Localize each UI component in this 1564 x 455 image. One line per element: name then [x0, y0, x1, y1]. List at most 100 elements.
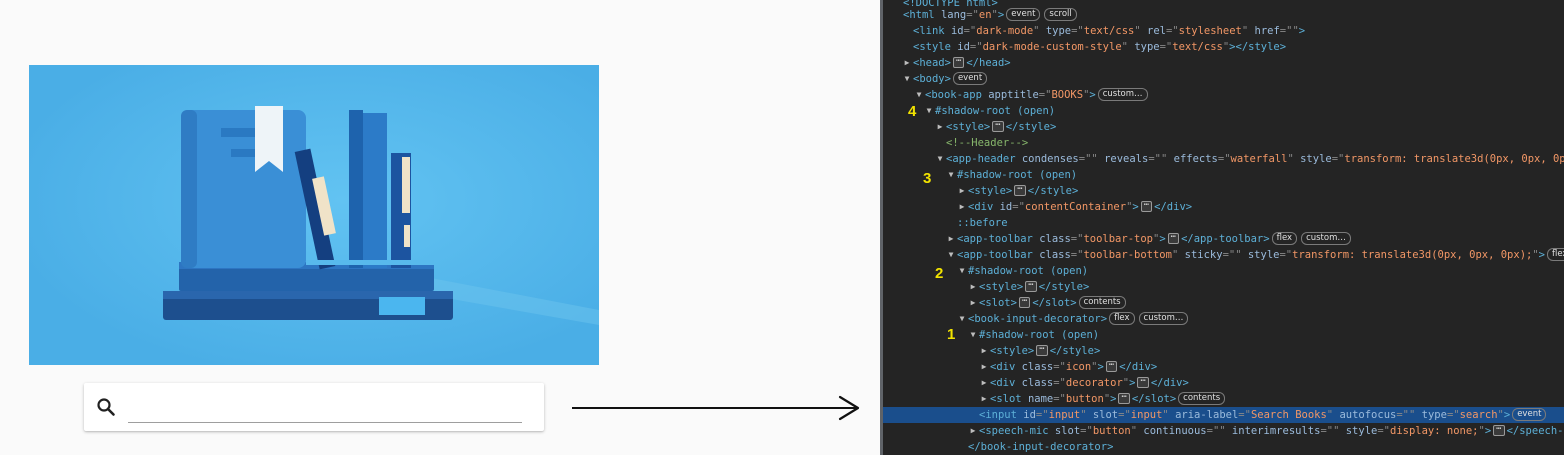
dom-tree-node[interactable]: ▼ <book-input-decorator> flex custom…: [883, 311, 1564, 327]
annotation-number: 4: [908, 103, 917, 120]
expand-triangle-icon[interactable]: ▶: [980, 391, 988, 407]
dom-tree-node[interactable]: ▶ <speech-mic slot="button" continuous=""…: [883, 423, 1564, 439]
dom-tree-node[interactable]: ▶ <style> ⋯ </style>: [883, 343, 1564, 359]
ellipsis-expand-icon[interactable]: ⋯: [1018, 296, 1031, 308]
dom-node-text: <book-app apptitle="BOOKS"> custom…: [925, 87, 1150, 103]
dom-tree-node[interactable]: ▶ <slot> ⋯ </slot> contents: [883, 295, 1564, 311]
dom-node-text: <app-toolbar class="toolbar-top"> ⋯ </app-…: [957, 231, 1353, 247]
ellipsis-expand-icon[interactable]: ⋯: [1167, 232, 1180, 244]
dom-tree-node[interactable]: ▶ <style> ⋯ </style>: [883, 183, 1564, 199]
collapse-triangle-icon[interactable]: ▼: [936, 151, 944, 167]
dom-node-text: #shadow-root (open): [935, 105, 1056, 117]
collapse-triangle-icon[interactable]: ▼: [925, 103, 933, 119]
annotation-number: 3: [923, 170, 932, 187]
node-badge[interactable]: custom…: [1138, 311, 1189, 325]
node-badge[interactable]: contents: [1178, 391, 1226, 405]
dom-tree-node[interactable]: ▶ <head> ⋯ </head>: [883, 55, 1564, 71]
dom-node-text: <style> ⋯ </style>: [979, 279, 1090, 293]
ellipsis-expand-icon[interactable]: ⋯: [1140, 200, 1153, 212]
dom-node-text: <link id="dark-mode" type="text/css" rel…: [913, 25, 1306, 37]
dom-node-text: ::before: [957, 217, 1008, 229]
dom-node-text: <style> ⋯ </style>: [946, 119, 1057, 133]
dom-node-text: <!--Header-->: [946, 137, 1029, 149]
collapse-triangle-icon[interactable]: ▼: [903, 71, 911, 87]
dom-node-text: <head> ⋯ </head>: [913, 55, 1011, 69]
dom-tree-node[interactable]: ▼ #shadow-root (open): [883, 263, 1564, 279]
dom-node-text: <!DOCTYPE html>: [903, 0, 998, 9]
ellipsis-expand-icon[interactable]: ⋯: [1014, 184, 1026, 196]
dom-tree-node[interactable]: ▼ <app-toolbar class="toolbar-bottom" sti…: [883, 247, 1564, 263]
node-badge[interactable]: contents: [1078, 295, 1126, 309]
app-preview: [0, 0, 880, 455]
search-bar: [84, 383, 544, 431]
dom-tree-node[interactable]: ▼ <book-app apptitle="BOOKS"> custom…: [883, 87, 1564, 103]
dom-tree-node[interactable]: ::before: [883, 215, 1564, 231]
dom-tree-node[interactable]: ▶ <slot name="button"> ⋯ </slot> contents: [883, 391, 1564, 407]
dom-tree-node[interactable]: ▶ <app-toolbar class="toolbar-top"> ⋯ </app…: [883, 231, 1564, 247]
expand-triangle-icon[interactable]: ▶: [969, 279, 977, 295]
ellipsis-expand-icon[interactable]: ⋯: [952, 56, 965, 68]
dom-node-text: #shadow-root (open): [979, 329, 1100, 341]
expand-triangle-icon[interactable]: ▶: [903, 55, 911, 71]
expand-triangle-icon[interactable]: ▶: [980, 359, 988, 375]
node-badge[interactable]: flex: [1109, 311, 1135, 325]
collapse-triangle-icon[interactable]: ▼: [958, 263, 966, 279]
expand-triangle-icon[interactable]: ▶: [958, 199, 966, 215]
collapse-triangle-icon[interactable]: ▼: [947, 167, 955, 183]
collapse-triangle-icon[interactable]: ▼: [969, 327, 977, 343]
node-badge[interactable]: flex: [1547, 247, 1564, 261]
expand-triangle-icon[interactable]: ▶: [980, 343, 988, 359]
dom-tree-node[interactable]: <!DOCTYPE html>: [883, 0, 1564, 11]
ellipsis-expand-icon[interactable]: ⋯: [1137, 376, 1149, 388]
ellipsis-expand-icon[interactable]: ⋯: [992, 120, 1004, 132]
node-badge[interactable]: event: [952, 71, 988, 85]
dom-tree-node[interactable]: <!--Header-->: [883, 135, 1564, 151]
expand-triangle-icon[interactable]: ▶: [947, 231, 955, 247]
books-hero-illustration: [29, 65, 599, 365]
dom-tree-node[interactable]: ▼ #shadow-root (open): [883, 103, 1564, 119]
search-input[interactable]: [128, 393, 522, 423]
node-badge[interactable]: flex: [1271, 231, 1298, 245]
node-badge[interactable]: event: [1512, 407, 1547, 421]
annotation-number: 1: [947, 326, 956, 343]
dom-tree-node[interactable]: <link id="dark-mode" type="text/css" rel…: [883, 23, 1564, 39]
annotation-number: 2: [935, 265, 944, 282]
dom-tree-node[interactable]: ▶ <style> ⋯ </style>: [883, 119, 1564, 135]
dom-tree-node[interactable]: ▼ <body> event: [883, 71, 1564, 87]
expand-triangle-icon[interactable]: ▶: [936, 119, 944, 135]
dom-node-text: <style id="dark-mode-custom-style" type=…: [913, 41, 1287, 53]
collapse-triangle-icon[interactable]: ▼: [915, 87, 923, 103]
ellipsis-expand-icon[interactable]: ⋯: [1025, 280, 1037, 292]
dom-node-text: <app-header condenses="" reveals="" effe…: [946, 153, 1564, 165]
collapse-triangle-icon[interactable]: ▼: [947, 247, 955, 263]
dom-tree-node[interactable]: ▶ <div class="decorator"> ⋯ </div>: [883, 375, 1564, 391]
dom-node-text: <book-input-decorator> flex custom…: [968, 311, 1190, 327]
dom-tree-node[interactable]: </book-input-decorator>: [883, 439, 1564, 455]
dom-tree-node[interactable]: <style id="dark-mode-custom-style" type=…: [883, 39, 1564, 55]
ellipsis-expand-icon[interactable]: ⋯: [1105, 360, 1118, 372]
dom-node-text: <style> ⋯ </style>: [990, 343, 1101, 357]
dom-tree-node[interactable]: ▶ <div class="icon"> ⋯ </div>: [883, 359, 1564, 375]
dom-node-text: <style> ⋯ </style>: [968, 183, 1079, 197]
expand-triangle-icon[interactable]: ▶: [969, 423, 977, 439]
ellipsis-expand-icon[interactable]: ⋯: [1493, 424, 1505, 436]
ellipsis-expand-icon[interactable]: ⋯: [1036, 344, 1048, 356]
collapse-triangle-icon[interactable]: ▼: [958, 311, 966, 327]
search-icon: [97, 398, 115, 416]
dom-node-text: <div id="contentContainer"> ⋯ </div>: [968, 199, 1193, 213]
dom-tree-node[interactable]: ▼ <app-header condenses="" reveals="" eff…: [883, 151, 1564, 167]
arrow-right-icon: [572, 395, 860, 421]
devtools-elements-panel: </book-input-decorator> ▶ <speech-mic slot…: [883, 0, 1564, 455]
dom-tree-node[interactable]: ▼ #shadow-root (open): [883, 167, 1564, 183]
node-badge[interactable]: custom…: [1097, 87, 1148, 101]
dom-tree-node[interactable]: ▶ <style> ⋯ </style>: [883, 279, 1564, 295]
dom-tree-node[interactable]: ▶ <div id="contentContainer"> ⋯ </div>: [883, 199, 1564, 215]
node-badge[interactable]: custom…: [1301, 231, 1351, 245]
dom-tree-node[interactable]: ▼ #shadow-root (open): [883, 327, 1564, 343]
expand-triangle-icon[interactable]: ▶: [958, 183, 966, 199]
ellipsis-expand-icon[interactable]: ⋯: [1118, 392, 1130, 404]
expand-triangle-icon[interactable]: ▶: [980, 375, 988, 391]
dom-node-text: <slot name="button"> ⋯ </slot> contents: [990, 391, 1227, 407]
dom-tree-node[interactable]: <input id="input" slot="input" aria-labe…: [883, 407, 1564, 423]
expand-triangle-icon[interactable]: ▶: [969, 295, 977, 311]
